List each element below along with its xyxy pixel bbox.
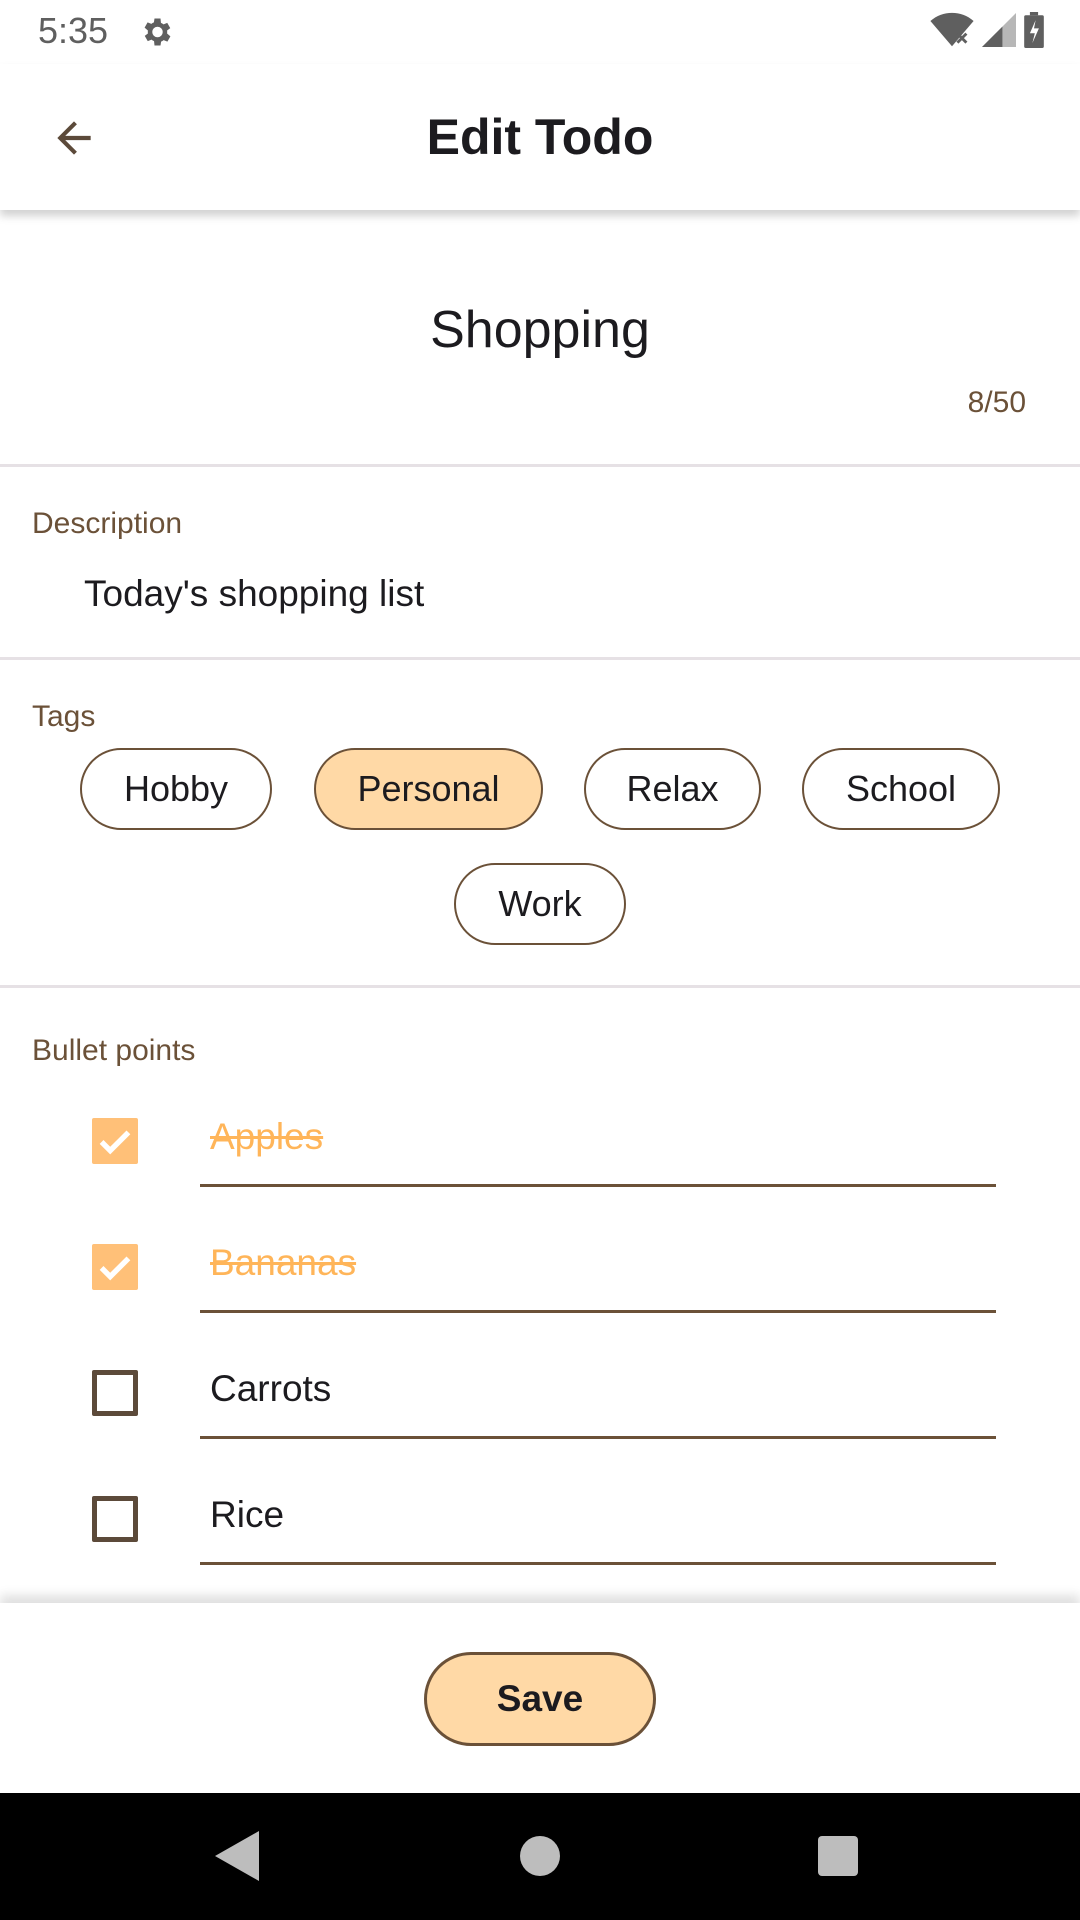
nav-back-button[interactable] [204,1823,270,1889]
bullet-underline [200,1436,996,1439]
tag-chip-personal[interactable]: Personal [314,748,543,830]
tag-chip-school[interactable]: School [802,748,1000,830]
app-bar: Edit Todo [0,64,1080,210]
wifi-icon [930,12,974,53]
bullet-input[interactable]: Bananas [210,1242,356,1284]
bullet-checkbox[interactable] [92,1118,138,1164]
bullet-input[interactable]: Carrots [210,1368,331,1410]
bullet-row: Bananas [0,1214,1080,1340]
bullet-row: Carrots [0,1340,1080,1466]
arrow-back-icon [57,121,91,155]
signal-icon [982,12,1016,53]
tag-chip-hobby[interactable]: Hobby [80,748,272,830]
tag-chip-relax[interactable]: Relax [584,748,761,830]
save-area: Save [0,1603,1080,1793]
settings-icon [138,14,174,50]
description-input[interactable]: Today's shopping list [84,573,424,615]
nav-recents-button[interactable] [805,1823,871,1889]
bullet-row: Apples [0,1088,1080,1214]
tags-section: Tags Hobby Personal Relax School Work [0,660,1080,988]
status-bar: 5:35 [0,0,1080,64]
square-recents-icon [818,1836,858,1876]
bullet-checkbox[interactable] [92,1370,138,1416]
bullet-checkbox[interactable] [92,1496,138,1542]
checkmark-icon [99,1130,131,1155]
bullet-input[interactable]: Rice [210,1494,284,1536]
page-title: Edit Todo [426,109,654,165]
bullet-underline [200,1562,996,1565]
navigation-bar [0,1793,1080,1920]
nav-home-button[interactable] [507,1823,573,1889]
triangle-back-icon [215,1831,259,1881]
back-button[interactable] [34,98,114,178]
title-input[interactable]: Shopping [0,300,1080,360]
bullet-underline [200,1310,996,1313]
save-button[interactable]: Save [424,1652,656,1746]
battery-icon [1024,11,1044,53]
bullet-points-label: Bullet points [32,1034,196,1067]
bullet-underline [200,1184,996,1187]
bullets-section: Bullet points Apples Bananas Carrots Ric… [0,988,1080,1603]
title-section: Shopping 8/50 [0,210,1080,467]
description-label: Description [32,507,183,540]
bullet-row: Rice [0,1466,1080,1592]
circle-home-icon [520,1836,560,1876]
status-icons [930,11,1044,53]
status-time: 5:35 [38,10,109,51]
tag-chip-work[interactable]: Work [454,863,626,945]
title-character-counter: 8/50 [967,386,1026,419]
description-section: Description Today's shopping list [0,467,1080,660]
tags-label: Tags [32,700,96,733]
bullet-input[interactable]: Apples [210,1116,323,1158]
bullet-checkbox[interactable] [92,1244,138,1290]
checkmark-icon [99,1256,131,1281]
